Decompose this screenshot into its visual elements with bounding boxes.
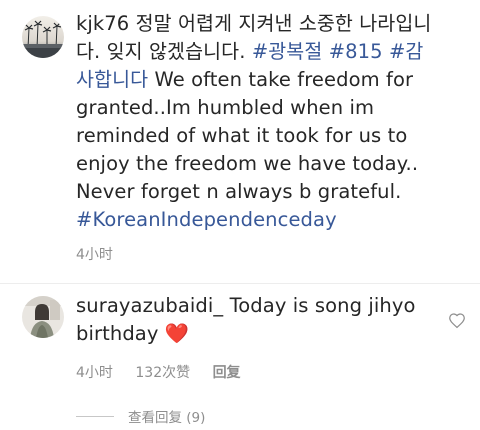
comment-text: surayazubaidi_ Today is song jihyo birth… — [76, 292, 438, 348]
avatar[interactable] — [22, 16, 64, 58]
palm-trees-avatar-icon — [22, 16, 64, 58]
comment-username[interactable]: surayazubaidi_ — [76, 294, 223, 317]
reply-button[interactable]: 回复 — [213, 365, 241, 381]
comment-meta: 4小时 — [76, 244, 131, 264]
view-replies-label: 查看回复 (9) — [128, 410, 206, 426]
hashtag-link[interactable]: #광복절 — [252, 40, 323, 63]
person-avatar-icon — [22, 296, 64, 338]
replies-line — [76, 415, 114, 417]
hashtag-link[interactable]: #KoreanIndependenceday — [76, 208, 337, 231]
avatar[interactable] — [22, 296, 64, 338]
view-replies-button[interactable]: 查看回复 (9) — [76, 406, 205, 426]
comment-meta: 4小时 132次赞 回复 — [76, 362, 259, 382]
divider — [0, 283, 480, 284]
heart-emoji: ❤️ — [164, 322, 190, 345]
comment-time: 4小时 — [76, 365, 113, 381]
likes-count[interactable]: 132次赞 — [135, 365, 190, 381]
comment-text: kjk76 정말 어렵게 지켜낸 소중한 나라입니다. 잊지 않겠습니다. #광… — [76, 10, 440, 234]
heart-outline-icon[interactable] — [448, 312, 466, 330]
hashtag-link[interactable]: #815 — [329, 40, 383, 63]
comment-time: 4小时 — [76, 247, 113, 263]
comment-username[interactable]: kjk76 — [76, 12, 129, 35]
